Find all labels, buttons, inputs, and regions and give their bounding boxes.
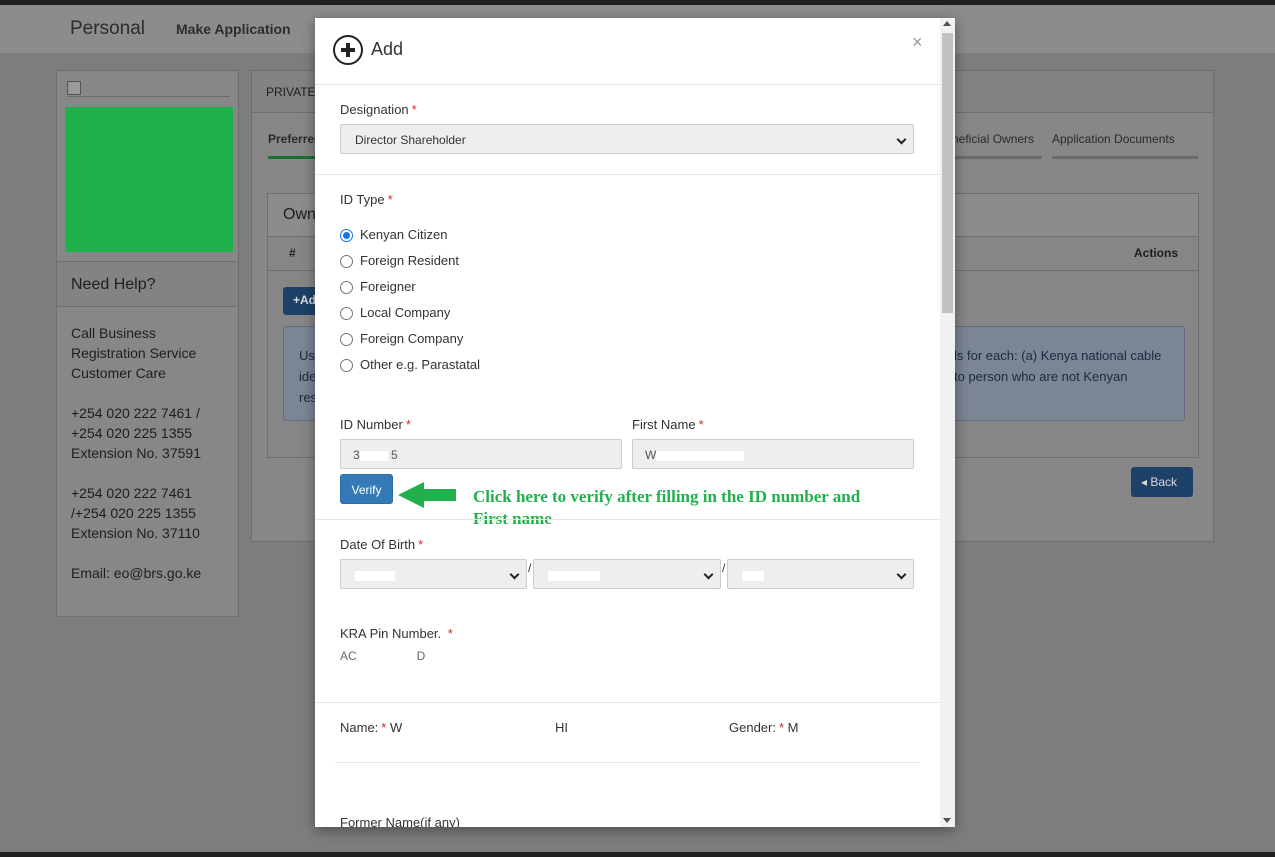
back-button[interactable]: ◂ Back bbox=[1131, 467, 1193, 497]
chevron-down-icon bbox=[509, 569, 520, 580]
chevron-down-icon bbox=[896, 569, 907, 580]
main-header-title: PRIVATE bbox=[266, 85, 316, 99]
bottom-edge bbox=[0, 852, 1275, 857]
tab-beneficial-owners[interactable]: neficial Owners bbox=[952, 132, 1042, 159]
dob-label: Date Of Birth * bbox=[340, 537, 424, 552]
help-header: Need Help? bbox=[57, 261, 238, 307]
divider bbox=[315, 174, 940, 175]
id-number-label: ID Number * bbox=[340, 417, 411, 432]
modal-title: Add bbox=[371, 39, 404, 59]
redacted-mask bbox=[548, 570, 600, 581]
help-line: +254 020 222 7461 /+254 020 225 1355 Ext… bbox=[71, 485, 200, 541]
help-email: Email: eo@brs.go.ke bbox=[71, 565, 202, 581]
former-name-label: Former Name(if any) bbox=[340, 815, 460, 827]
chevron-down-icon bbox=[703, 569, 714, 580]
gender-value: M bbox=[787, 720, 799, 735]
gender-row: Gender: * M bbox=[729, 720, 799, 735]
modal-header: Add × bbox=[315, 18, 940, 85]
radio-unchecked[interactable] bbox=[340, 333, 353, 346]
name-label: Name: bbox=[340, 720, 379, 735]
verify-button[interactable]: Verify bbox=[340, 474, 393, 504]
designation-select[interactable]: Director Shareholder bbox=[340, 124, 914, 154]
brand[interactable]: Personal bbox=[70, 18, 145, 40]
radio-unchecked[interactable] bbox=[340, 307, 353, 320]
radio-checked[interactable] bbox=[340, 229, 353, 242]
radio-label: Foreign Company bbox=[360, 331, 464, 346]
help-line: +254 020 222 7461 / +254 020 225 1355 Ex… bbox=[71, 405, 201, 461]
dob-year-select[interactable] bbox=[340, 559, 527, 589]
id-number-end: 5 bbox=[391, 448, 398, 462]
dob-month-select[interactable] bbox=[533, 559, 721, 589]
radio-unchecked[interactable] bbox=[340, 281, 353, 294]
nav-make-application[interactable]: Make Application bbox=[176, 21, 291, 37]
broken-image-icon bbox=[67, 81, 81, 95]
name-row: Name: * W bbox=[340, 720, 403, 735]
redacted-mask bbox=[656, 450, 745, 461]
help-title: Need Help? bbox=[71, 276, 156, 293]
designation-value: Director Shareholder bbox=[355, 133, 466, 147]
designation-label: Designation * bbox=[340, 102, 417, 117]
back-label: Back bbox=[1150, 475, 1178, 489]
divider bbox=[335, 762, 919, 763]
radio-unchecked[interactable] bbox=[340, 255, 353, 268]
left-arrow-icon bbox=[398, 482, 456, 508]
first-name-start: W bbox=[645, 448, 657, 462]
modal-scrollbar[interactable] bbox=[940, 18, 955, 827]
verify-annotation: Click here to verify after filling in th… bbox=[473, 487, 861, 528]
sidebar: Need Help? Call Business Registration Se… bbox=[56, 70, 239, 617]
first-name-label: First Name * bbox=[632, 417, 704, 432]
date-separator: / bbox=[528, 561, 532, 575]
radio-label: Foreigner bbox=[360, 279, 416, 294]
help-contacts: Call Business Registration Service Custo… bbox=[71, 323, 231, 603]
radio-label: Local Company bbox=[360, 305, 451, 320]
tab-preferred[interactable]: Preferred bbox=[268, 132, 322, 159]
scroll-thumb[interactable] bbox=[942, 33, 953, 313]
gender-label: Gender: bbox=[729, 720, 776, 735]
help-line: Call Business Registration Service Custo… bbox=[71, 325, 197, 381]
add-modal: Add × Designation * Director Shareholder … bbox=[315, 18, 955, 827]
divider bbox=[315, 702, 940, 703]
first-name-input[interactable]: W bbox=[632, 439, 914, 469]
radio-label: Foreign Resident bbox=[360, 253, 459, 268]
name-value: W bbox=[389, 720, 403, 735]
redacted-mask bbox=[742, 570, 764, 581]
radio-label: Kenyan Citizen bbox=[360, 227, 448, 242]
scroll-up-icon[interactable] bbox=[943, 21, 951, 26]
scroll-down-icon[interactable] bbox=[943, 818, 951, 823]
id-number-start: 3 bbox=[353, 448, 360, 462]
name-middle: HI bbox=[555, 720, 568, 735]
close-icon[interactable]: × bbox=[912, 32, 923, 53]
divider bbox=[315, 519, 940, 520]
redacted-mask bbox=[359, 450, 388, 461]
redacted-mask bbox=[355, 570, 395, 581]
info-text-right: ls for each: (a) Kenya national cable to… bbox=[954, 348, 1162, 384]
tab-application-documents[interactable]: Application Documents bbox=[1052, 132, 1198, 159]
logo-placeholder bbox=[65, 107, 233, 252]
chevron-down-icon bbox=[896, 134, 907, 145]
dob-day-select[interactable] bbox=[727, 559, 914, 589]
owners-title-text: Own bbox=[283, 206, 316, 223]
kra-pin-value: AC D bbox=[340, 649, 426, 663]
col-actions: Actions bbox=[1133, 246, 1178, 260]
broken-image bbox=[67, 81, 230, 97]
radio-label: Other e.g. Parastatal bbox=[360, 357, 480, 372]
col-hash: # bbox=[289, 246, 296, 260]
radio-unchecked[interactable] bbox=[340, 359, 353, 372]
id-type-label: ID Type * bbox=[340, 192, 393, 207]
id-number-input[interactable]: 3 5 bbox=[340, 439, 622, 469]
kra-pin-label: KRA Pin Number. * bbox=[340, 626, 453, 641]
date-separator: / bbox=[722, 561, 726, 575]
plus-circle-icon bbox=[333, 35, 363, 65]
